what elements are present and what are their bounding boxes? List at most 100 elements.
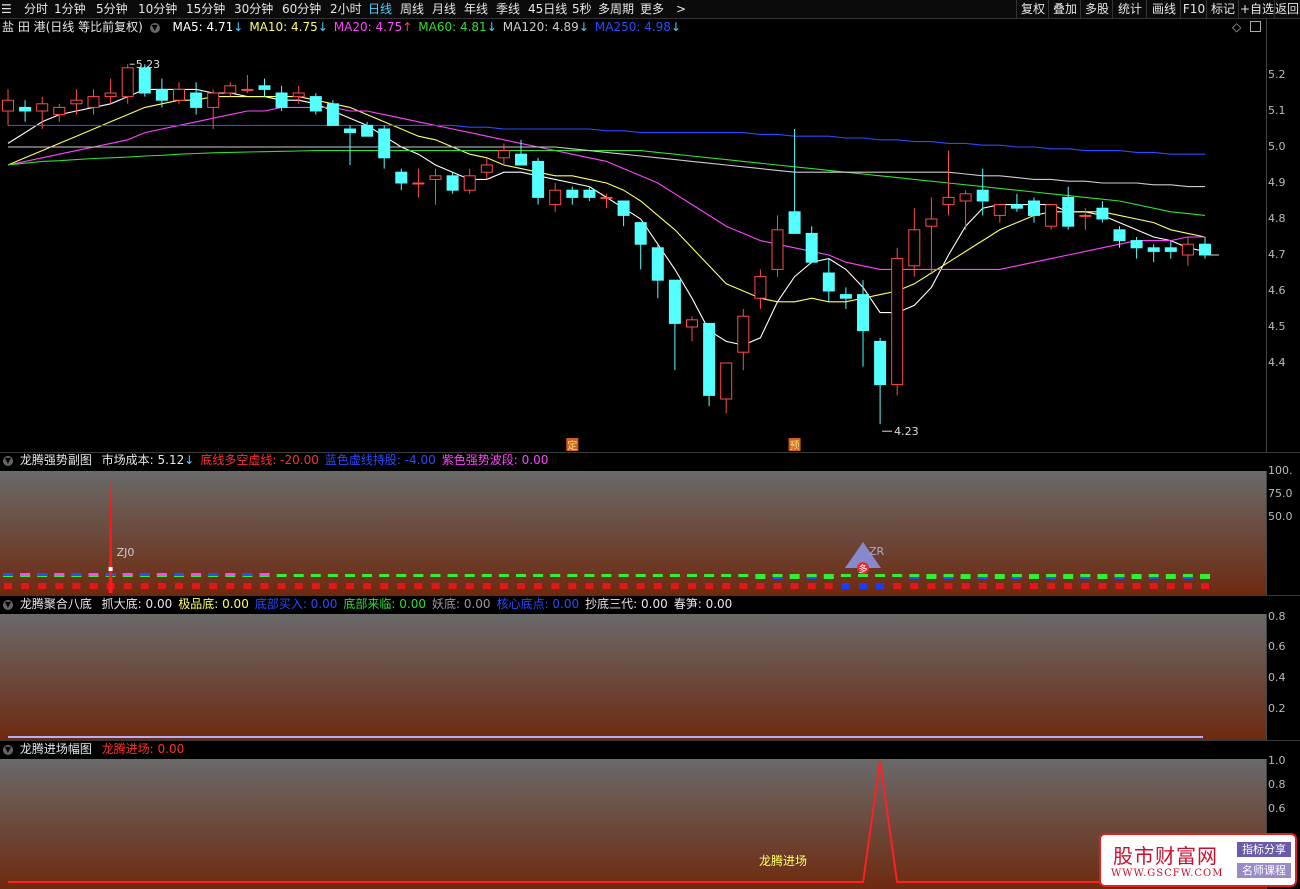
panel1-name[interactable]: 龙腾强势副图 [20,453,92,467]
candle[interactable] [309,93,322,115]
chevron-down-icon[interactable]: ▼ [3,599,13,610]
candle[interactable] [874,337,887,425]
candle[interactable] [395,168,408,191]
period-tab-7[interactable]: 2小时 [330,1,362,17]
candle[interactable] [805,226,818,263]
candle[interactable] [532,157,545,205]
candle[interactable] [737,309,750,371]
ma-line-ma120 [8,146,1205,188]
candle[interactable] [344,125,356,165]
candle[interactable] [617,200,630,227]
candle[interactable] [1028,197,1040,223]
candle[interactable] [891,247,904,396]
candle[interactable] [925,197,938,273]
period-tab-11[interactable]: 年线 [464,1,488,17]
toolbar-4[interactable]: 画线 [1146,0,1181,18]
candle[interactable] [241,75,254,93]
price-chart[interactable]: 5.23 4.23 定 预 [0,19,1266,453]
candle[interactable] [1130,237,1143,259]
toolbar-5[interactable]: F10 [1180,0,1207,18]
period-tab-1[interactable]: 1分钟 [54,1,86,17]
candle[interactable] [1096,201,1109,223]
candle[interactable] [993,204,1006,223]
candle[interactable] [1010,193,1023,212]
candle[interactable] [53,103,66,122]
candle[interactable] [463,168,476,194]
strength-subchart[interactable]: ZJ0 ZR多 [0,471,1266,595]
period-tab-16[interactable]: 更多 [640,1,664,17]
candle[interactable] [771,215,784,277]
candle[interactable] [1062,186,1075,230]
candle[interactable] [686,316,698,342]
candle[interactable] [275,85,288,111]
candle[interactable] [515,139,527,166]
candle[interactable] [703,322,716,407]
period-tab-6[interactable]: 60分钟 [282,1,321,17]
candle[interactable] [480,157,493,180]
toolbar-7[interactable]: +自选 [1238,0,1275,18]
menu-button[interactable]: ☰ [1,1,12,17]
candle[interactable] [600,193,613,209]
candle[interactable] [87,89,100,115]
toolbar-8[interactable]: 返回 [1274,0,1299,18]
candle[interactable] [104,78,117,104]
candle[interactable] [2,89,14,126]
eight-bottoms-subchart[interactable] [0,614,1266,740]
candle[interactable] [959,190,972,230]
candle[interactable] [668,279,681,371]
candle[interactable] [19,100,32,122]
candle[interactable] [326,100,339,126]
candle[interactable] [1181,237,1194,266]
candle[interactable] [446,172,459,194]
toolbar-0[interactable]: 复权 [1016,0,1049,18]
candle[interactable] [224,82,237,97]
candle[interactable] [651,244,664,299]
candle[interactable] [634,222,647,270]
period-tab-2[interactable]: 5分钟 [96,1,128,17]
toolbar-2[interactable]: 多股 [1080,0,1113,18]
candle[interactable] [1164,240,1177,259]
candle[interactable] [1199,237,1211,259]
green-dash [1046,574,1057,577]
candle[interactable] [378,125,391,169]
period-tab-10[interactable]: 月线 [432,1,456,17]
period-tab-3[interactable]: 10分钟 [138,1,177,17]
candle[interactable] [190,82,203,115]
period-tab-13[interactable]: 45日线 [528,1,567,17]
candle[interactable] [788,129,801,234]
candle[interactable] [1045,204,1058,230]
toolbar-6[interactable]: 标记 [1206,0,1239,18]
candle[interactable] [566,186,579,205]
period-tab-9[interactable]: 周线 [400,1,424,17]
period-tab-8[interactable]: 日线 [368,1,392,17]
candle[interactable] [173,82,185,104]
period-tab-5[interactable]: 30分钟 [234,1,273,17]
bottom-bar [653,583,662,589]
candle[interactable] [258,78,271,97]
entry-subchart[interactable]: 龙腾进场 [0,759,1266,889]
chevron-down-icon[interactable]: ▼ [3,455,13,466]
chevron-right-icon[interactable]: > [676,1,686,17]
toolbar-3[interactable]: 统计 [1112,0,1147,18]
candle[interactable] [429,168,442,205]
candle[interactable] [1147,244,1160,263]
period-tab-12[interactable]: 季线 [496,1,520,17]
chevron-down-icon[interactable]: ▼ [3,744,13,755]
candle[interactable] [207,89,220,129]
candle[interactable] [754,269,767,309]
green-dash [806,574,817,577]
candle[interactable] [839,287,852,309]
period-tab-4[interactable]: 15分钟 [186,1,225,17]
candle[interactable] [822,258,835,302]
toolbar-1[interactable]: 叠加 [1048,0,1081,18]
panel2-name[interactable]: 龙腾聚合八底 [20,597,92,611]
candle[interactable] [720,362,733,414]
period-tab-14[interactable]: 5秒 [572,1,592,17]
candle[interactable] [412,168,425,198]
candle[interactable] [908,208,921,277]
panel3-name[interactable]: 龙腾进场幅图 [20,742,92,756]
period-tab-15[interactable]: 多周期 [598,1,634,17]
candle[interactable] [70,89,83,115]
candle[interactable] [549,183,562,212]
period-tab-0[interactable]: 分时 [24,1,48,17]
